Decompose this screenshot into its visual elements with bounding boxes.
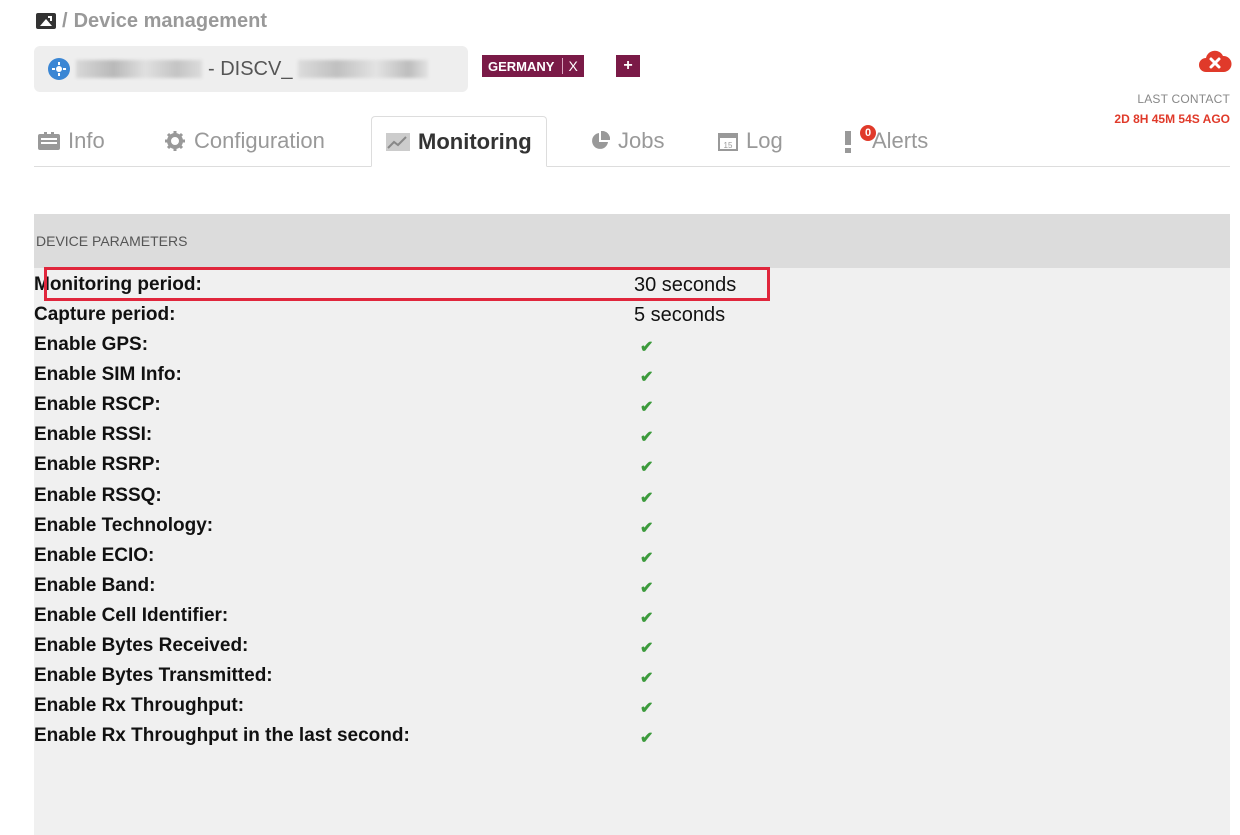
device-selector[interactable]: - DISCV_ bbox=[34, 46, 468, 92]
check-icon: ✔ bbox=[640, 700, 654, 717]
tab-bar: Info Configuration Monitoring Jobs 15 Lo… bbox=[34, 116, 1230, 167]
cloud-disconnected-icon bbox=[1199, 50, 1232, 72]
parameter-label: Enable GPS: bbox=[34, 334, 149, 355]
parameter-row: Enable RSRP: ✔ bbox=[34, 451, 1230, 480]
device-name-text: - DISCV_ bbox=[208, 57, 293, 80]
page-title: Device management bbox=[73, 9, 267, 32]
tab-label: Alerts bbox=[872, 128, 929, 153]
parameter-row: Enable ECIO: ✔ bbox=[34, 542, 1230, 571]
parameter-row: Enable SIM Info: ✔ bbox=[34, 361, 1230, 390]
check-icon: ✔ bbox=[640, 459, 654, 476]
parameter-label: Enable RSSI: bbox=[34, 424, 153, 445]
check-icon: ✔ bbox=[640, 399, 654, 416]
parameter-row: Enable Cell Identifier: ✔ bbox=[34, 602, 1230, 631]
parameter-row: Enable GPS: ✔ bbox=[34, 331, 1230, 360]
device-parameters-header: DEVICE PARAMETERS bbox=[34, 214, 1230, 268]
tab-jobs[interactable]: Jobs bbox=[590, 116, 664, 166]
redacted-device-id bbox=[76, 60, 202, 78]
calendar-icon: 15 bbox=[718, 133, 738, 151]
parameter-row: Enable Bytes Transmitted: ✔ bbox=[34, 662, 1230, 691]
check-icon: ✔ bbox=[640, 339, 654, 356]
check-icon: ✔ bbox=[640, 670, 654, 687]
parameter-row: Capture period: 5 seconds bbox=[34, 301, 1230, 330]
parameter-label: Enable RSSQ: bbox=[34, 485, 162, 506]
check-icon: ✔ bbox=[640, 429, 654, 446]
tab-monitoring[interactable]: Monitoring bbox=[371, 116, 547, 167]
parameter-label: Enable ECIO: bbox=[34, 545, 155, 566]
parameter-row: Enable Rx Throughput: ✔ bbox=[34, 692, 1230, 721]
check-icon: ✔ bbox=[640, 610, 654, 627]
add-tag-button[interactable]: + bbox=[616, 55, 640, 77]
parameter-label: Enable Rx Throughput in the last second: bbox=[34, 725, 410, 746]
check-icon: ✔ bbox=[640, 550, 654, 567]
breadcrumb-separator: / bbox=[62, 9, 68, 32]
parameter-label: Monitoring period: bbox=[34, 274, 202, 295]
parameter-value: 5 seconds bbox=[634, 304, 726, 326]
parameter-label: Enable Cell Identifier: bbox=[34, 605, 229, 626]
alert-count-badge: 0 bbox=[860, 125, 876, 141]
check-icon: ✔ bbox=[640, 520, 654, 537]
tab-label: Configuration bbox=[194, 128, 325, 153]
parameter-row: Enable Rx Throughput in the last second:… bbox=[34, 722, 1230, 751]
parameter-label: Enable RSRP: bbox=[34, 454, 161, 475]
parameter-row: Enable RSSI: ✔ bbox=[34, 421, 1230, 450]
section-title: DEVICE PARAMETERS bbox=[36, 233, 188, 249]
parameter-value: 30 seconds bbox=[634, 274, 737, 296]
breadcrumb: / Device management bbox=[36, 8, 267, 34]
tab-label: Jobs bbox=[618, 128, 665, 153]
tab-label: Info bbox=[68, 128, 105, 153]
parameter-label: Enable SIM Info: bbox=[34, 364, 182, 385]
pie-chart-icon bbox=[592, 131, 610, 149]
parameter-row: Enable RSSQ: ✔ bbox=[34, 482, 1230, 511]
tab-label: Monitoring bbox=[418, 128, 532, 154]
check-icon: ✔ bbox=[640, 640, 654, 657]
tab-alerts[interactable]: 0 Alerts bbox=[844, 116, 928, 166]
tab-configuration[interactable]: Configuration bbox=[164, 116, 325, 166]
parameter-row: Enable Technology: ✔ bbox=[34, 512, 1230, 541]
parameter-label: Enable Rx Throughput: bbox=[34, 695, 245, 716]
parameter-row: Enable Band: ✔ bbox=[34, 572, 1230, 601]
parameter-label: Enable Band: bbox=[34, 575, 156, 596]
check-icon: ✔ bbox=[640, 369, 654, 386]
device-icon bbox=[48, 58, 70, 80]
tab-log[interactable]: 15 Log bbox=[718, 116, 783, 166]
gear-icon bbox=[165, 131, 185, 151]
device-parameters-table: Monitoring period: 30 seconds Capture peri… bbox=[34, 268, 1230, 835]
parameter-row: Enable Bytes Received: ✔ bbox=[34, 632, 1230, 661]
redacted-device-serial bbox=[298, 60, 429, 78]
svg-text:15: 15 bbox=[724, 141, 733, 150]
parameter-label: Enable RSCP: bbox=[34, 394, 161, 415]
parameter-row: Monitoring period: 30 seconds bbox=[34, 271, 1230, 300]
tab-info[interactable]: Info bbox=[38, 116, 105, 166]
check-icon: ✔ bbox=[640, 730, 654, 747]
tab-label: Log bbox=[746, 128, 783, 153]
tag-label: GERMANY bbox=[488, 58, 555, 74]
chart-icon bbox=[386, 132, 410, 151]
home-icon[interactable] bbox=[36, 13, 56, 29]
parameter-label: Enable Technology: bbox=[34, 515, 214, 536]
check-icon: ✔ bbox=[640, 580, 654, 597]
check-icon: ✔ bbox=[640, 490, 654, 507]
id-card-icon bbox=[38, 132, 60, 150]
parameter-label: Enable Bytes Transmitted: bbox=[34, 665, 273, 686]
tag-germany: GERMANY X bbox=[482, 55, 584, 77]
parameter-label: Capture period: bbox=[34, 304, 176, 325]
exclamation-icon: 0 bbox=[844, 125, 876, 153]
parameter-label: Enable Bytes Received: bbox=[34, 635, 249, 656]
parameter-row: Enable RSCP: ✔ bbox=[34, 391, 1230, 420]
tag-remove-button[interactable]: X bbox=[562, 58, 578, 74]
last-contact-label: LAST CONTACT bbox=[1137, 92, 1230, 106]
